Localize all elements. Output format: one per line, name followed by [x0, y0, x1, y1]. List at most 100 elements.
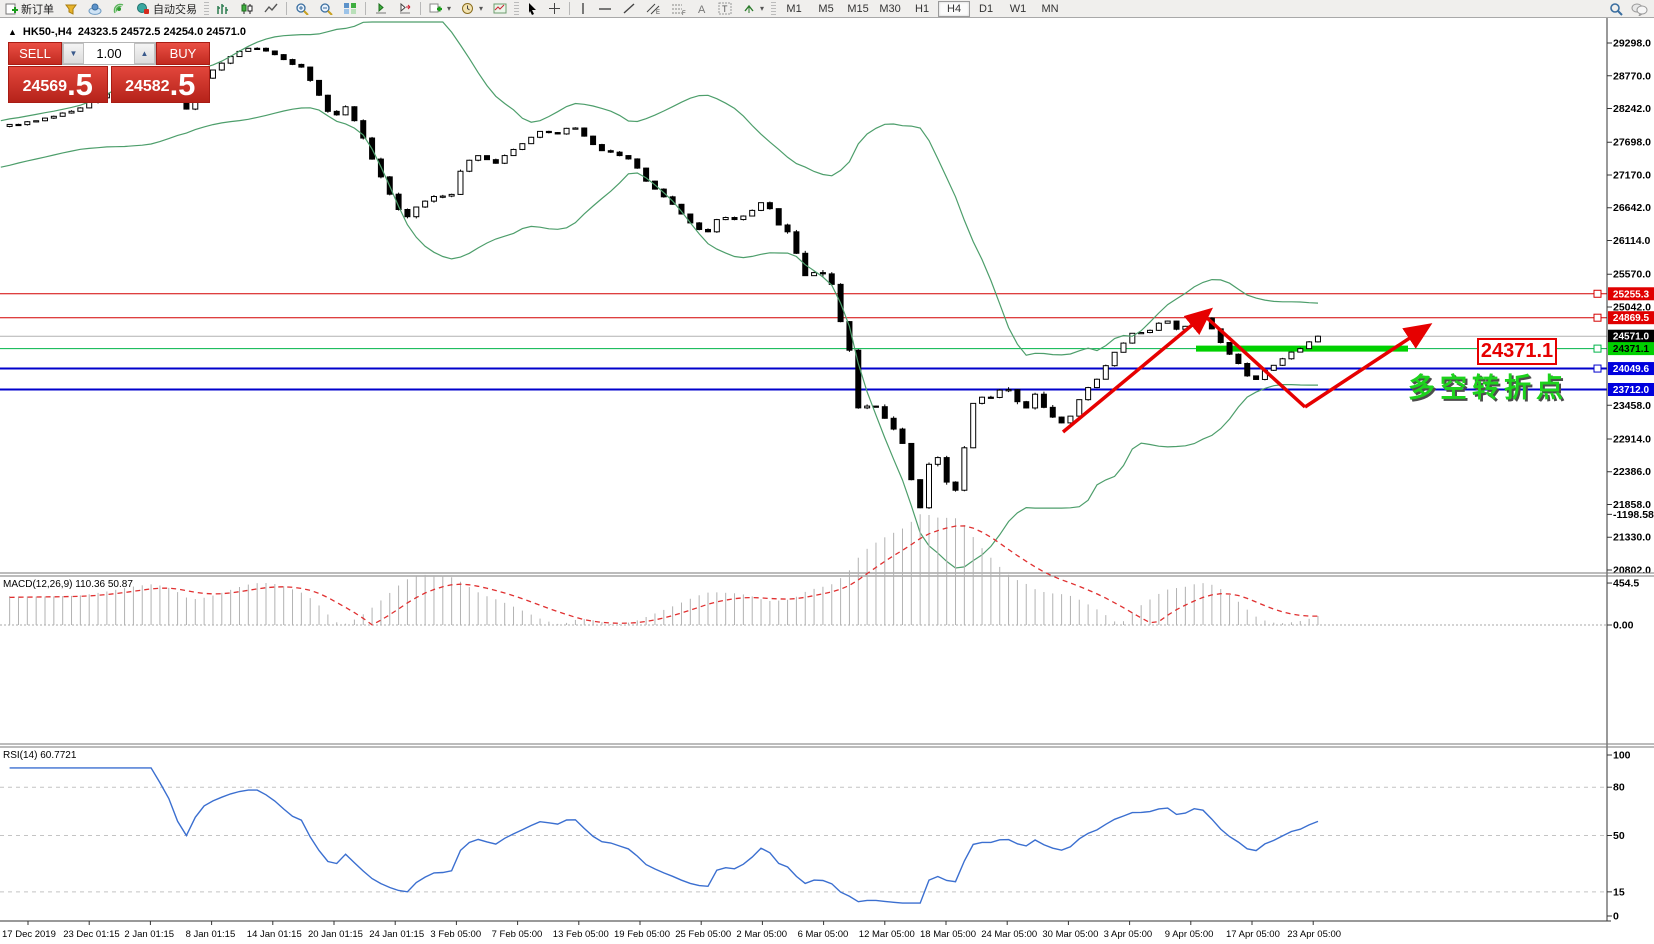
autotrading-button[interactable]: 自动交易: [131, 1, 202, 16]
buy-button[interactable]: BUY: [156, 42, 210, 65]
cursor-button[interactable]: [521, 1, 543, 16]
zoom-in-icon: [296, 3, 309, 15]
timeframe-toolbar: M1 M5 M15 M30 H1 H4 D1 W1 MN: [778, 0, 1066, 17]
chart-shift-icon: [400, 2, 411, 14]
svg-text:80: 80: [1613, 782, 1625, 794]
zoom-in-button[interactable]: [290, 1, 314, 16]
svg-text:24049.6: 24049.6: [1613, 364, 1650, 375]
trendline-button[interactable]: [617, 1, 641, 16]
buy-price-button[interactable]: 24582 .5: [110, 66, 210, 103]
add-indicator-button[interactable]: ▾: [424, 1, 456, 16]
timeframe-button-m1[interactable]: M1: [778, 1, 810, 17]
chart-ohlc-header: ▲ HK50-,H4 24323.5 24572.5 24254.0 24571…: [8, 26, 246, 38]
svg-text:21330.0: 21330.0: [1613, 532, 1651, 544]
svg-text:27170.0: 27170.0: [1613, 169, 1651, 181]
timeframe-button-w1[interactable]: W1: [1002, 1, 1034, 17]
bar-chart-button[interactable]: [211, 1, 235, 16]
svg-text:18 Mar 05:00: 18 Mar 05:00: [920, 929, 976, 940]
market-icon: [65, 4, 77, 15]
volume-increase-button[interactable]: ▲: [134, 43, 155, 64]
cursor-icon: [529, 3, 537, 15]
market-button[interactable]: [59, 1, 83, 16]
top-toolbar: 新订单 自动交易 ▾ ▾ E F A T ▾ M1 M5 M15 M30 H1 …: [0, 0, 1654, 18]
chart-canvas[interactable]: 29298.0 28770.0 28242.0 27698.0 27170.0 26642…: [0, 0, 1654, 944]
price-callout-box[interactable]: 24371.1: [1477, 338, 1557, 365]
periods-button[interactable]: ▾: [456, 1, 488, 16]
sell-price-main: 24569: [22, 78, 68, 95]
buy-price-main: 24582: [125, 78, 170, 95]
bar-chart-icon: [217, 4, 228, 14]
line-chart-button[interactable]: [259, 1, 283, 16]
zoom-out-button[interactable]: [314, 1, 338, 16]
text-label-button[interactable]: T: [713, 1, 737, 16]
fibonacci-button[interactable]: F: [666, 1, 691, 16]
text-button[interactable]: A: [691, 1, 713, 16]
svg-text:0: 0: [1613, 911, 1619, 923]
svg-text:24571.0: 24571.0: [1613, 332, 1650, 343]
horizontal-line-button[interactable]: [593, 1, 617, 16]
chart-shift-button[interactable]: [393, 1, 417, 16]
svg-text:E: E: [656, 10, 660, 15]
arrows-icon: [744, 4, 754, 13]
sell-price-frac: .5: [67, 67, 93, 102]
vertical-line-icon: [582, 3, 584, 14]
timeframe-button-m5[interactable]: M5: [810, 1, 842, 17]
volume-input[interactable]: 1.00: [84, 43, 134, 64]
crosshair-button[interactable]: [543, 1, 566, 16]
svg-text:22386.0: 22386.0: [1613, 466, 1651, 478]
timeframe-button-d1[interactable]: D1: [970, 1, 1002, 17]
svg-text:25255.3: 25255.3: [1613, 289, 1650, 300]
svg-text:28242.0: 28242.0: [1613, 103, 1651, 115]
timeframe-button-m15[interactable]: M15: [842, 1, 874, 17]
volume-stepper: ▼ 1.00 ▲: [62, 42, 156, 65]
auto-scroll-button[interactable]: [369, 1, 393, 16]
candlestick-chart-button[interactable]: [235, 1, 259, 16]
collapse-quotes-icon[interactable]: ▲: [8, 27, 17, 37]
svg-text:7 Feb 05:00: 7 Feb 05:00: [492, 929, 543, 940]
svg-text:F: F: [682, 11, 686, 15]
auto-scroll-icon: [376, 2, 386, 14]
timeframe-button-h1[interactable]: H1: [906, 1, 938, 17]
equidistant-channel-button[interactable]: E: [641, 1, 666, 16]
search-icon[interactable]: [1609, 2, 1623, 16]
toolbar-grip: [771, 2, 777, 15]
add-indicator-icon: [429, 3, 442, 13]
svg-text:9 Apr 05:00: 9 Apr 05:00: [1165, 929, 1214, 940]
signals-button[interactable]: [107, 1, 131, 16]
candlestick-chart-icon: [241, 3, 253, 14]
tile-windows-button[interactable]: [338, 1, 362, 16]
templates-button[interactable]: [488, 1, 512, 16]
vertical-line-button[interactable]: [573, 1, 593, 16]
toolbar-separator: [569, 2, 571, 15]
svg-text:23712.0: 23712.0: [1613, 385, 1650, 396]
timeframe-button-h4[interactable]: H4: [938, 0, 971, 17]
svg-text:23 Apr 05:00: 23 Apr 05:00: [1287, 929, 1341, 940]
volume-decrease-button[interactable]: ▼: [63, 43, 84, 64]
svg-text:25570.0: 25570.0: [1613, 269, 1651, 281]
svg-text:12 Mar 05:00: 12 Mar 05:00: [859, 929, 915, 940]
svg-text:29298.0: 29298.0: [1613, 38, 1651, 50]
sell-price-button[interactable]: 24569 .5: [8, 66, 108, 103]
svg-text:24 Mar 05:00: 24 Mar 05:00: [981, 929, 1037, 940]
svg-text:28770.0: 28770.0: [1613, 70, 1651, 82]
periods-caret: ▾: [479, 4, 484, 13]
sell-button[interactable]: SELL: [8, 42, 62, 65]
turning-point-annotation[interactable]: 多空转折点: [1408, 366, 1568, 405]
periods-icon: [462, 3, 474, 14]
new-order-button[interactable]: 新订单: [0, 1, 59, 16]
arrows-button[interactable]: ▾: [737, 1, 769, 16]
svg-text:2 Jan 01:15: 2 Jan 01:15: [124, 929, 174, 940]
text-icon: A: [698, 4, 706, 15]
tile-windows-icon: [344, 3, 356, 14]
svg-text:23 Dec 01:15: 23 Dec 01:15: [63, 929, 120, 940]
chat-icon[interactable]: [1631, 2, 1648, 16]
svg-text:24 Jan 01:15: 24 Jan 01:15: [369, 929, 424, 940]
text-label-icon: T: [718, 2, 732, 15]
horizontal-line-icon: [599, 8, 612, 10]
toolbar-separator: [420, 2, 421, 15]
svg-text:15: 15: [1613, 886, 1625, 898]
svg-text:22914.0: 22914.0: [1613, 433, 1651, 445]
timeframe-button-mn[interactable]: MN: [1034, 1, 1066, 17]
timeframe-button-m30[interactable]: M30: [874, 1, 906, 17]
community-button[interactable]: [83, 1, 107, 16]
